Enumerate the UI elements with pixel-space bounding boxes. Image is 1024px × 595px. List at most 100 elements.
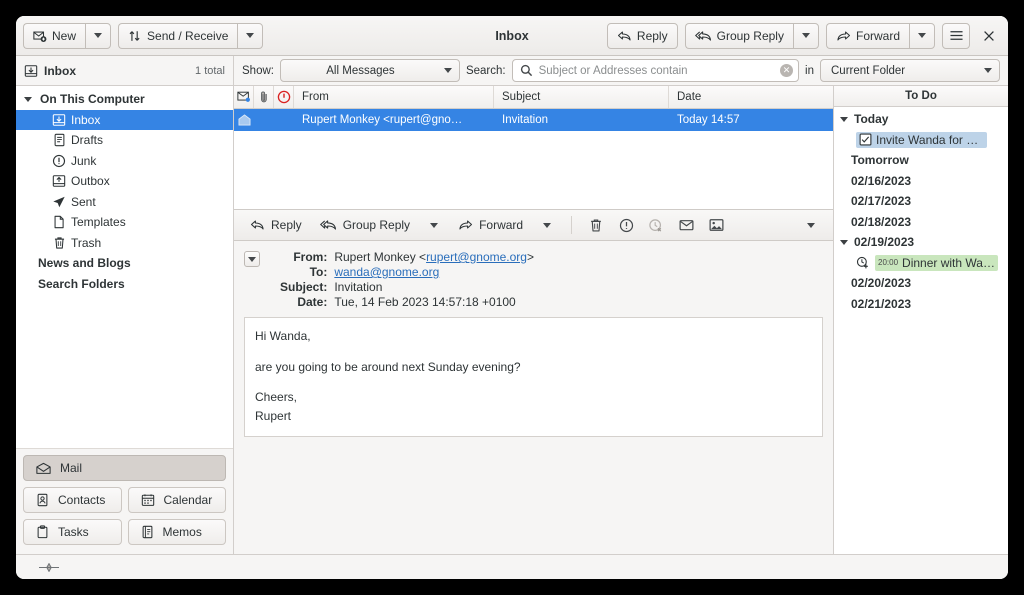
row-attachment-cell [254, 109, 274, 131]
sidebar-item-sent[interactable]: Sent [16, 192, 233, 213]
message-preview-pane: From: Rupert Monkey <rupert@gnome.org> T… [234, 241, 833, 554]
forward-button[interactable]: Forward [825, 22, 909, 49]
todo-group-tomorrow[interactable]: Tomorrow [834, 150, 1008, 171]
sidebar-item-templates[interactable]: Templates [16, 212, 233, 233]
mail-read-icon [238, 114, 250, 126]
todo-group-0219[interactable]: 02/19/2023 [834, 232, 1008, 253]
sidebar-item-drafts[interactable]: Drafts [16, 130, 233, 151]
preview-forward-button[interactable]: Forward [450, 213, 531, 237]
sidebar-item-label: Search Folders [38, 276, 125, 291]
todo-group-label: 02/16/2023 [851, 173, 912, 188]
switcher-mail-label: Mail [60, 461, 83, 475]
todo-appointment-item[interactable]: 20:00 Dinner with Wa… [834, 253, 1008, 274]
delete-message-button[interactable] [582, 213, 610, 237]
show-images-button[interactable] [702, 213, 730, 237]
templates-icon [52, 215, 66, 229]
search-scope-dropdown[interactable]: Current Folder [820, 59, 1000, 82]
to-label: To: [309, 265, 328, 279]
message-body: Hi Wanda, are you going to be around nex… [244, 317, 823, 437]
send-receive-button[interactable]: Send / Receive [118, 22, 238, 49]
preview-forward-dropdown[interactable] [533, 213, 561, 237]
header-expander-button[interactable] [244, 251, 260, 267]
inbox-icon [24, 64, 38, 78]
sidebar-item-label: Templates [71, 215, 126, 230]
todo-panel-title: To Do [834, 86, 1008, 107]
preview-group-reply-button[interactable]: Group Reply [312, 213, 418, 237]
to-email-link[interactable]: wanda@gnome.org [334, 265, 439, 279]
column-header-date[interactable]: Date [669, 86, 833, 108]
sidebar-item-news-and-blogs[interactable]: News and Blogs [16, 253, 233, 274]
todo-group-today[interactable]: Today [834, 109, 1008, 130]
switcher-contacts-button[interactable]: Contacts [23, 487, 122, 513]
column-header-from[interactable]: From [294, 86, 494, 108]
chevron-down-icon [246, 33, 255, 38]
reply-icon [617, 29, 632, 43]
table-row[interactable]: Rupert Monkey <rupert@gno… Invitation To… [234, 109, 833, 131]
row-subject: Invitation [502, 114, 549, 126]
from-email-link[interactable]: rupert@gnome.org [426, 250, 527, 264]
expander-down-icon[interactable] [840, 239, 848, 245]
todo-group-0216[interactable]: 02/16/2023 [834, 171, 1008, 192]
main-menu-button[interactable] [942, 22, 970, 49]
search-input[interactable]: Subject or Addresses contain ✕ [511, 59, 800, 82]
switcher-tasks-button[interactable]: Tasks [23, 519, 122, 545]
send-receive-dropdown-button[interactable] [237, 22, 264, 49]
sidebar-item-junk[interactable]: Junk [16, 151, 233, 172]
resize-grip-icon[interactable] [38, 562, 60, 572]
group-reply-dropdown-button[interactable] [792, 22, 819, 49]
switcher-row-contacts-calendar: Contacts Calendar [23, 487, 226, 513]
search-bar: Inbox 1 total Show: All Messages Search:… [16, 56, 1008, 86]
new-button[interactable]: New [23, 22, 86, 49]
reply-button-label: Reply [636, 28, 668, 43]
message-list-header: From Subject Date [234, 86, 833, 109]
row-read-status-icon [234, 109, 254, 131]
sidebar-item-inbox[interactable]: Inbox [16, 109, 233, 130]
body-paragraph-2: are you going to be around next Sunday e… [255, 359, 521, 374]
preview-overflow-dropdown[interactable] [797, 213, 825, 237]
preview-reply-label: Reply [271, 218, 302, 232]
sidebar-item-search-folders[interactable]: Search Folders [16, 274, 233, 295]
todo-appointment-time: 20:00 [878, 258, 899, 268]
from-label: From: [293, 250, 328, 264]
column-header-importance[interactable] [274, 86, 294, 108]
mark-junk-button[interactable] [612, 213, 640, 237]
switcher-memos-button[interactable]: Memos [127, 519, 226, 545]
expander-down-icon[interactable] [840, 116, 848, 122]
header-bar: Inbox New Send / Receive Reply Group Rep… [16, 16, 1008, 56]
switcher-mail-button[interactable]: Mail [23, 455, 226, 481]
switcher-row-tasks-memos: Tasks Memos [23, 519, 226, 545]
reply-button[interactable]: Reply [606, 22, 678, 49]
preview-reply-button[interactable]: Reply [242, 213, 310, 237]
todo-group-0218[interactable]: 02/18/2023 [834, 212, 1008, 233]
center-column: From Subject Date Rupert Monkey <rupert@… [234, 86, 833, 554]
sidebar-item-on-this-computer[interactable]: On This Computer [16, 89, 233, 110]
show-filter-value: All Messages [326, 64, 395, 77]
sidebar-item-trash[interactable]: Trash [16, 233, 233, 254]
expander-down-icon[interactable] [24, 96, 32, 102]
column-header-status[interactable] [234, 86, 254, 108]
todo-group-0217[interactable]: 02/17/2023 [834, 191, 1008, 212]
mark-unread-button[interactable] [672, 213, 700, 237]
switcher-calendar-button[interactable]: Calendar [127, 487, 226, 513]
todo-task-item[interactable]: Invite Wanda for din… [834, 130, 1008, 151]
todo-group-0221[interactable]: 02/21/2023 [834, 294, 1008, 315]
new-dropdown-button[interactable] [85, 22, 112, 49]
message-header-fields: From: Rupert Monkey <rupert@gnome.org> T… [280, 250, 534, 309]
group-reply-button-group: Group Reply [684, 22, 819, 49]
column-header-attachment[interactable] [254, 86, 274, 108]
sidebar-item-outbox[interactable]: Outbox [16, 171, 233, 192]
show-filter-dropdown[interactable]: All Messages [279, 59, 460, 82]
application-window: Inbox New Send / Receive Reply Group Rep… [16, 16, 1008, 579]
todo-group-0220[interactable]: 02/20/2023 [834, 273, 1008, 294]
group-reply-button[interactable]: Group Reply [684, 22, 793, 49]
clear-search-icon[interactable]: ✕ [780, 64, 794, 77]
column-header-subject[interactable]: Subject [494, 86, 669, 108]
chevron-down-icon [801, 33, 810, 38]
junk-icon [52, 154, 66, 168]
search-controls: Show: All Messages Search: Subject or Ad… [234, 56, 1008, 85]
preview-group-reply-dropdown[interactable] [420, 213, 448, 237]
forward-dropdown-button[interactable] [909, 22, 935, 49]
close-window-button[interactable] [977, 24, 1001, 48]
in-label: in [805, 64, 814, 77]
clear-flag-button [642, 213, 670, 237]
